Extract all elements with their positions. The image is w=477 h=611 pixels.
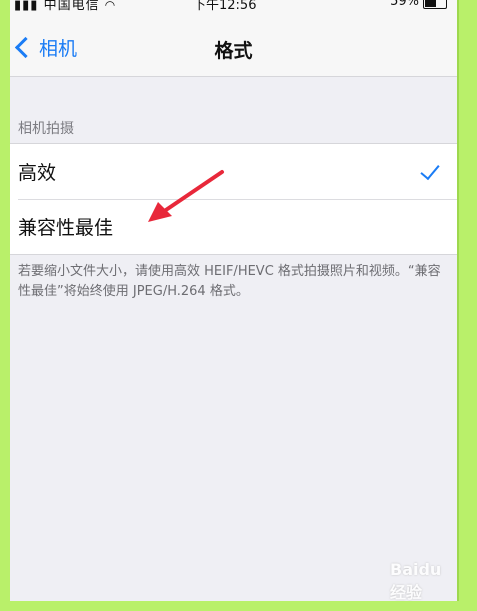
watermark: Baidu 经验	[390, 560, 442, 601]
carrier-label: 中国电信	[43, 0, 100, 13]
option-label: 兼容性最佳	[18, 217, 114, 239]
battery-icon	[423, 0, 447, 9]
option-most-compatible[interactable]: 兼容性最佳	[10, 199, 457, 254]
option-high-efficiency[interactable]: 高效	[10, 144, 457, 199]
page-title: 格式	[214, 40, 253, 62]
navigation-bar: 相机 格式	[10, 22, 457, 77]
signal-icon: ▮▮▮	[14, 0, 39, 13]
format-options-list: 高效 兼容性最佳	[10, 143, 457, 255]
wifi-icon: ◠	[104, 0, 117, 12]
carrier-group: ▮▮▮ 中国电信 ◠	[14, 0, 116, 13]
checkmark-icon	[420, 159, 440, 181]
status-bar: ▮▮▮ 中国电信 ◠ 下午12:56 59%	[10, 0, 457, 22]
battery-percent: 59%	[390, 0, 419, 9]
phone-screen: ▮▮▮ 中国电信 ◠ 下午12:56 59% 相机 格式 相机拍摄 高效 兼容性…	[10, 0, 459, 601]
section-header: 相机拍摄	[18, 121, 74, 137]
battery-group: 59%	[390, 0, 447, 9]
footer-note: 若要缩小文件大小，请使用高效 HEIF/HEVC 格式拍摄照片和视频。“兼容性最…	[18, 264, 441, 299]
status-time: 下午12:56	[193, 0, 257, 13]
annotation-arrow-icon	[148, 170, 224, 222]
option-label: 高效	[18, 162, 57, 184]
